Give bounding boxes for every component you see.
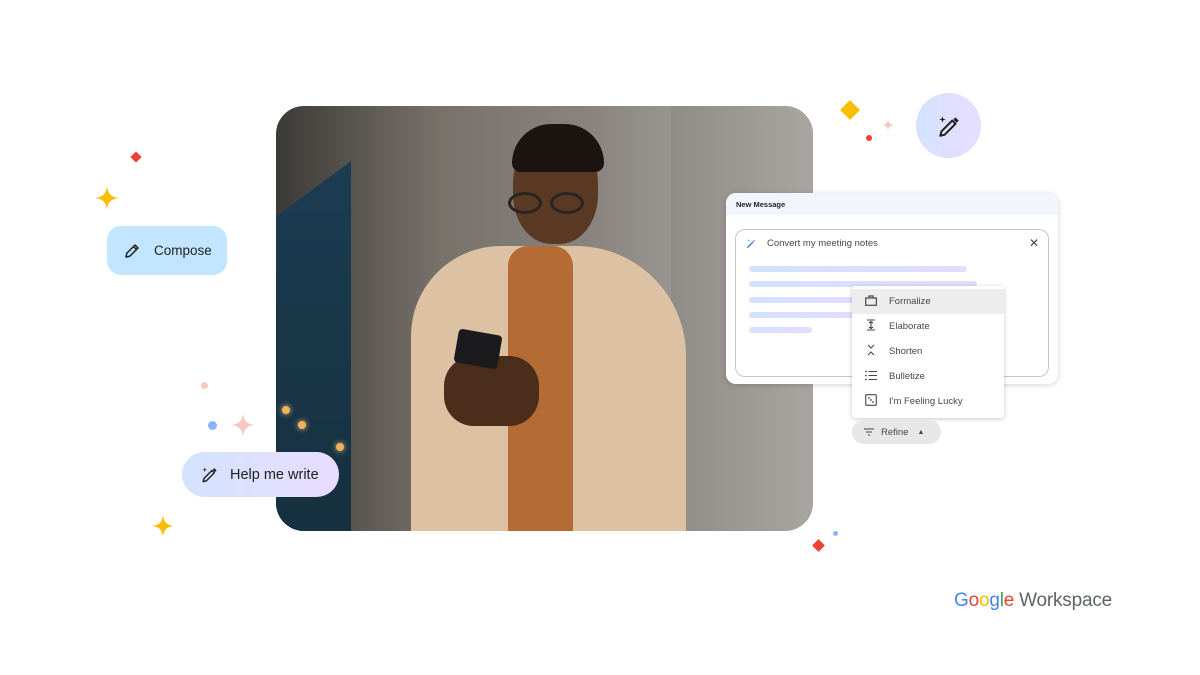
- photo-bokeh-light: [282, 406, 290, 414]
- menu-item-label: Bulletize: [889, 371, 925, 382]
- pink-dot-decoration: [201, 382, 208, 389]
- pencil-icon: [125, 243, 139, 258]
- photo-hair: [512, 124, 604, 172]
- blue-dot-decoration: [833, 531, 838, 536]
- yellow-sparkle-icon: [95, 186, 119, 210]
- magic-wand-icon: [746, 239, 756, 249]
- menu-item-label: Elaborate: [889, 321, 930, 332]
- compose-label: Compose: [154, 243, 212, 258]
- menu-item-bulletize[interactable]: Bulletize: [852, 364, 1004, 389]
- prompt-text: Convert my meeting notes: [767, 238, 878, 249]
- expand-vertical-icon: [864, 319, 877, 334]
- google-letter: e: [1003, 590, 1015, 611]
- menu-item-label: I'm Feeling Lucky: [889, 396, 963, 407]
- magic-wand-button[interactable]: [916, 93, 981, 158]
- compose-button[interactable]: Compose: [107, 226, 227, 275]
- close-icon[interactable]: ✕: [1029, 236, 1039, 250]
- google-letter: g: [989, 590, 1000, 611]
- photo-bokeh-light: [298, 421, 306, 429]
- help-me-write-label: Help me write: [230, 466, 319, 483]
- workspace-wordmark: Workspace: [1019, 590, 1113, 611]
- compress-vertical-icon: [864, 344, 877, 359]
- google-letter: G: [954, 590, 969, 611]
- magic-wand-icon: [938, 115, 959, 137]
- pink-sparkle-icon: [231, 413, 255, 437]
- menu-item-shorten[interactable]: Shorten: [852, 339, 1004, 364]
- refine-button[interactable]: Refine ▲: [852, 420, 941, 444]
- red-diamond-decoration: [130, 151, 142, 163]
- pink-sparkle-icon: [882, 119, 894, 131]
- blue-dot-decoration: [208, 421, 217, 430]
- menu-item-feeling-lucky[interactable]: I'm Feeling Lucky: [852, 389, 1004, 414]
- new-message-title: New Message: [726, 193, 1058, 215]
- placeholder-text-line: [749, 266, 967, 272]
- yellow-diamond-decoration: [840, 100, 860, 120]
- menu-item-formalize[interactable]: Formalize: [852, 289, 1004, 314]
- photo-glasses: [508, 192, 600, 214]
- placeholder-text-line: [749, 297, 859, 303]
- menu-item-label: Formalize: [889, 296, 931, 307]
- red-dot-decoration: [866, 135, 872, 141]
- google-workspace-logo: Google Workspace: [954, 590, 1112, 612]
- google-letter: o: [978, 590, 990, 611]
- placeholder-text-line: [749, 312, 859, 318]
- magic-wand-icon: [202, 467, 217, 483]
- refine-label: Refine: [881, 426, 909, 438]
- menu-item-elaborate[interactable]: Elaborate: [852, 314, 1004, 339]
- google-wordmark: Google: [954, 590, 1014, 611]
- filter-icon: [864, 428, 874, 436]
- photo-bokeh-light: [336, 443, 344, 451]
- bulleted-list-icon: [864, 370, 877, 384]
- google-letter: o: [968, 590, 980, 611]
- help-me-write-button[interactable]: Help me write: [182, 452, 339, 497]
- yellow-sparkle-icon: [152, 515, 174, 537]
- dice-icon: [864, 394, 877, 409]
- photo-phone: [453, 328, 503, 370]
- red-diamond-decoration: [812, 539, 825, 552]
- menu-item-label: Shorten: [889, 346, 923, 357]
- briefcase-icon: [864, 294, 877, 309]
- refine-menu: Formalize Elaborate Shorten Bulletize I'…: [852, 286, 1004, 418]
- placeholder-text-line: [749, 327, 812, 333]
- caret-up-icon: ▲: [917, 428, 925, 436]
- prompt-row[interactable]: Convert my meeting notes: [746, 238, 878, 249]
